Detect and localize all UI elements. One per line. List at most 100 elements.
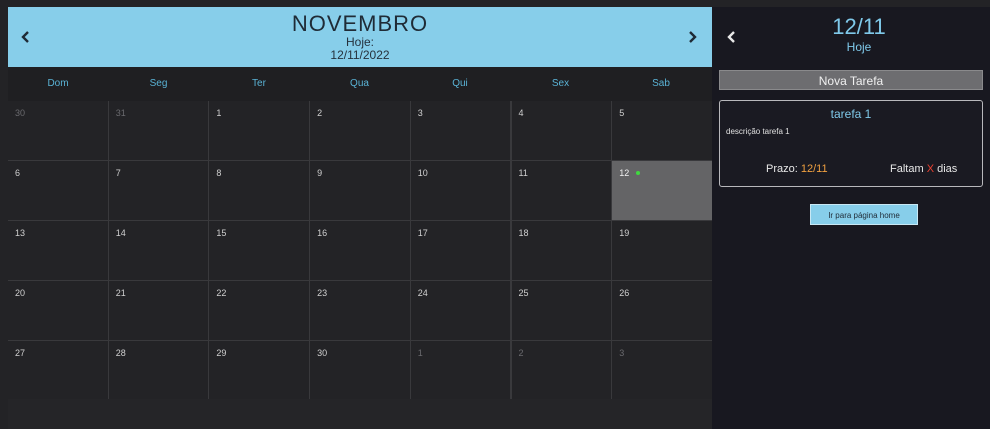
task-sidebar: 12/11 Hoje Nova Tarefa tarefa 1 descriçã… <box>712 7 990 429</box>
remaining-suffix: dias <box>934 163 958 175</box>
day-cell[interactable]: 6 <box>8 161 108 220</box>
task-deadline: Prazo: 12/11 <box>766 163 828 175</box>
weekday-label: Sex <box>551 78 570 89</box>
day-number: 29 <box>216 348 227 358</box>
sidebar-header: 12/11 Hoje <box>712 7 990 65</box>
chevron-right-icon <box>689 31 697 43</box>
day-cell[interactable]: 29 <box>209 341 309 400</box>
day-number: 11 <box>518 168 528 178</box>
day-cell[interactable]: 11 <box>511 161 611 220</box>
day-cell[interactable]: 18 <box>511 221 611 280</box>
day-cell[interactable]: 22 <box>209 281 309 340</box>
day-number: 2 <box>317 108 323 118</box>
day-cell[interactable]: 10 <box>410 161 511 220</box>
day-number: 1 <box>417 348 423 358</box>
day-number: 21 <box>115 288 126 298</box>
day-cell[interactable]: 5 <box>612 101 713 160</box>
next-month-button[interactable] <box>682 25 702 49</box>
day-cell[interactable]: 23 <box>310 281 410 340</box>
day-cell[interactable]: 3 <box>612 341 713 400</box>
weekday-header: Dom Seg Ter Qua Qui Sex Sab <box>8 67 712 101</box>
app-window: NOVEMBRO Hoje: 12/11/2022 Dom Seg Ter Qua Qu… <box>0 0 990 429</box>
weekday-label: Ter <box>252 78 266 89</box>
day-cell[interactable]: 26 <box>612 281 713 340</box>
day-number: 23 <box>317 288 328 298</box>
selected-date: 12/11 <box>832 14 886 39</box>
day-cell[interactable]: 2 <box>310 101 410 160</box>
day-cell[interactable]: 21 <box>108 281 209 340</box>
calendar-footer <box>8 399 712 429</box>
day-cell[interactable]: 1 <box>209 101 309 160</box>
day-number: 9 <box>317 168 323 178</box>
task-remaining: Faltam X dias <box>890 163 957 175</box>
day-number: 18 <box>518 228 529 238</box>
day-cell[interactable]: 1 <box>410 341 511 400</box>
day-number: 14 <box>115 228 126 238</box>
day-number: 26 <box>619 288 630 298</box>
day-cell[interactable]: 3 <box>410 101 511 160</box>
day-number: 22 <box>216 288 227 298</box>
day-cell[interactable]: 16 <box>310 221 410 280</box>
day-number: 8 <box>216 168 222 178</box>
day-number: 3 <box>619 348 625 358</box>
day-number: 28 <box>115 348 126 358</box>
day-cell[interactable]: 12 <box>612 161 713 220</box>
day-cell[interactable]: 24 <box>410 281 511 340</box>
day-number: 25 <box>518 288 529 298</box>
day-cell[interactable]: 14 <box>108 221 209 280</box>
today-date: 12/11/2022 <box>330 48 390 62</box>
day-number: 6 <box>15 168 21 178</box>
weekday-label: Seg <box>149 78 168 89</box>
new-task-button[interactable]: Nova Tarefa <box>719 70 983 90</box>
day-number: 4 <box>518 108 524 118</box>
day-number: 27 <box>15 348 26 358</box>
day-cell[interactable]: 17 <box>410 221 511 280</box>
day-number: 19 <box>619 228 630 238</box>
day-number: 30 <box>317 348 328 358</box>
calendar-grid: 30 31 1 2 3 4 5 6 7 8 9 10 11 12 13 14 15 16 17 18 19 20 21 22 2… <box>8 101 713 400</box>
day-number: 7 <box>115 168 121 178</box>
go-home-button[interactable]: Ir para página home <box>810 204 918 225</box>
day-cell[interactable]: 31 <box>108 101 209 160</box>
day-cell[interactable]: 9 <box>310 161 410 220</box>
day-number: 3 <box>417 108 423 118</box>
deadline-label: Prazo: <box>766 163 801 175</box>
day-number: 17 <box>417 228 428 238</box>
remaining-prefix: Faltam <box>890 163 927 175</box>
day-number: 2 <box>518 348 524 358</box>
today-label: Hoje: <box>345 35 374 49</box>
deadline-value: 12/11 <box>800 163 828 175</box>
month-title: NOVEMBRO <box>291 11 429 36</box>
day-cell[interactable]: 20 <box>8 281 108 340</box>
day-number: 5 <box>619 108 625 118</box>
day-number: 13 <box>15 228 26 238</box>
day-number: 20 <box>15 288 26 298</box>
day-cell[interactable]: 28 <box>108 341 209 400</box>
calendar-header: NOVEMBRO Hoje: 12/11/2022 <box>8 7 712 67</box>
task-description: descrição tarefa 1 <box>726 127 790 136</box>
day-number: 16 <box>317 228 328 238</box>
day-number: 30 <box>15 108 26 118</box>
day-cell[interactable]: 2 <box>511 341 611 400</box>
selected-date-label: Hoje <box>846 40 872 54</box>
day-number: 31 <box>115 108 126 118</box>
task-indicator-dot <box>636 171 641 175</box>
day-cell[interactable]: 4 <box>511 101 611 160</box>
day-cell[interactable]: 8 <box>209 161 309 220</box>
weekday-label: Qua <box>350 78 369 89</box>
day-cell[interactable]: 25 <box>511 281 611 340</box>
day-number: 15 <box>216 228 227 238</box>
day-cell[interactable]: 27 <box>8 341 108 400</box>
day-cell[interactable]: 30 <box>8 101 108 160</box>
day-cell[interactable]: 15 <box>209 221 309 280</box>
day-number: 1 <box>216 108 222 118</box>
task-card[interactable]: tarefa 1 descrição tarefa 1 Prazo: 12/11… <box>719 100 983 187</box>
weekday-label: Qui <box>452 78 468 89</box>
task-title: tarefa 1 <box>830 107 872 121</box>
day-cell[interactable]: 7 <box>108 161 209 220</box>
day-cell[interactable]: 30 <box>310 341 410 400</box>
day-number: 24 <box>417 288 428 298</box>
day-cell[interactable]: 19 <box>612 221 713 280</box>
weekday-label: Dom <box>47 78 69 89</box>
day-cell[interactable]: 13 <box>8 221 108 280</box>
